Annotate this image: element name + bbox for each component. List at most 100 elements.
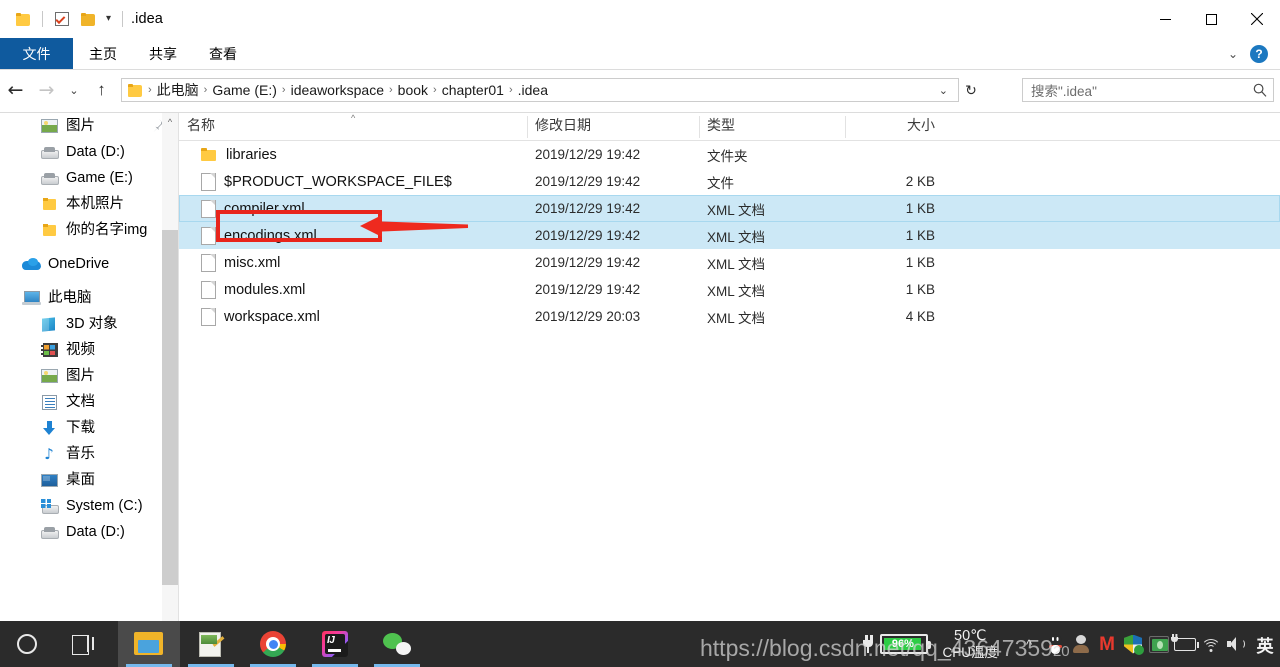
breadcrumb-item-2[interactable]: ideaworkspace: [287, 82, 388, 98]
qq-icon[interactable]: [1042, 621, 1068, 667]
properties-checkbox-icon[interactable]: [49, 6, 75, 32]
column-header-type[interactable]: 类型: [699, 112, 845, 140]
table-row[interactable]: $PRODUCT_WORKSPACE_FILE$ 2019/12/29 19:42…: [179, 168, 1280, 195]
tab-view[interactable]: 查看: [193, 38, 253, 69]
file-name-cell[interactable]: modules.xml: [179, 281, 527, 299]
address-bar[interactable]: › 此电脑 › Game (E:) › ideaworkspace › book…: [121, 78, 959, 102]
table-row[interactable]: encodings.xml 2019/12/29 19:42 XML 文档 1 KB: [179, 222, 1280, 249]
taskbar-app-file-explorer[interactable]: [118, 621, 180, 667]
table-row[interactable]: modules.xml 2019/12/29 19:42 XML 文档 1 KB: [179, 276, 1280, 303]
table-row[interactable]: misc.xml 2019/12/29 19:42 XML 文档 1 KB: [179, 249, 1280, 276]
new-folder-icon[interactable]: [75, 6, 101, 32]
sidebar-item-5[interactable]: OneDrive: [0, 251, 178, 277]
folder-icon[interactable]: [10, 6, 36, 32]
file-icon: [201, 308, 216, 326]
file-name-cell[interactable]: compiler.xml: [179, 200, 527, 218]
m-icon[interactable]: M: [1094, 621, 1120, 667]
sidebar-scrollbar[interactable]: ^: [162, 113, 178, 621]
ime-indicator[interactable]: 英: [1250, 621, 1280, 667]
tab-share[interactable]: 共享: [133, 38, 193, 69]
sidebar-item-8[interactable]: 视频: [0, 337, 178, 363]
sidebar-item-1[interactable]: Data (D:): [0, 139, 178, 165]
refresh-icon[interactable]: ↻: [959, 82, 983, 99]
money-icon[interactable]: [1146, 621, 1172, 667]
sidebar-item-14[interactable]: System (C:): [0, 493, 178, 519]
cpu-temperature-widget[interactable]: 50℃ CPU温度: [942, 627, 998, 662]
battery-icon[interactable]: [1171, 621, 1199, 667]
breadcrumb-item-1[interactable]: Game (E:): [208, 82, 281, 98]
sidebar-scroll-thumb[interactable]: [162, 230, 178, 585]
sidebar-item-label: 图片: [66, 117, 95, 134]
column-header-date[interactable]: 修改日期: [527, 112, 699, 140]
chevron-down-icon[interactable]: ⌄: [1222, 47, 1244, 61]
forward-button[interactable]: →: [31, 74, 62, 106]
file-name-cell[interactable]: $PRODUCT_WORKSPACE_FILE$: [179, 173, 527, 191]
sidebar-item-7[interactable]: 3D 对象: [0, 311, 178, 337]
search-input[interactable]: 搜索".idea": [1031, 80, 1251, 100]
battery-status[interactable]: 96%: [861, 634, 932, 654]
sidebar-item-label: Data (D:): [66, 523, 125, 540]
task-view-icon[interactable]: [54, 621, 112, 667]
show-hidden-icons-chevron-icon[interactable]: ^: [1016, 621, 1042, 667]
sidebar-item-6[interactable]: 此电脑: [0, 285, 178, 311]
file-icon: [201, 281, 216, 299]
sidebar-item-label: OneDrive: [48, 255, 110, 272]
ribbon-tab-bar: 文件 主页 共享 查看 ⌄ ?: [0, 38, 1280, 69]
breadcrumb-item-5[interactable]: .idea: [514, 82, 552, 98]
file-name-cell[interactable]: workspace.xml: [179, 308, 527, 326]
search-icon[interactable]: [1251, 83, 1269, 97]
file-size-cell: 1 KB: [905, 282, 935, 297]
volume-icon[interactable]: [1224, 621, 1250, 667]
drive-icon: [40, 144, 59, 160]
table-row[interactable]: compiler.xml 2019/12/29 19:42 XML 文档 1 KB: [179, 195, 1280, 222]
sidebar-item-13[interactable]: 桌面: [0, 467, 178, 493]
sidebar-item-4[interactable]: 你的名字img: [0, 217, 178, 243]
recent-locations-icon[interactable]: ⌄: [62, 74, 86, 106]
maximize-button[interactable]: [1188, 0, 1234, 38]
head-icon[interactable]: [1068, 621, 1094, 667]
window-controls: [1142, 0, 1280, 38]
scroll-up-icon[interactable]: ^: [162, 113, 178, 130]
file-name-cell[interactable]: misc.xml: [179, 254, 527, 272]
sidebar-item-9[interactable]: 图片: [0, 363, 178, 389]
file-type-cell: 文件: [707, 175, 734, 191]
sidebar-item-12[interactable]: ♪ 音乐: [0, 441, 178, 467]
customize-caret-icon[interactable]: ▾: [101, 14, 116, 24]
file-name-cell[interactable]: encodings.xml: [179, 227, 527, 245]
table-row[interactable]: workspace.xml 2019/12/29 20:03 XML 文档 4 KB: [179, 303, 1280, 330]
cortana-circle-icon[interactable]: [17, 634, 37, 654]
sidebar-item-10[interactable]: 文档: [0, 389, 178, 415]
sidebar-item-0[interactable]: 图片: [0, 113, 178, 139]
file-name-cell[interactable]: libraries: [179, 147, 527, 163]
breadcrumb-folder-icon[interactable]: [128, 83, 143, 97]
tab-file[interactable]: 文件: [0, 38, 73, 69]
security-shield-icon[interactable]: [1120, 621, 1146, 667]
taskbar-app-wechat[interactable]: [366, 621, 428, 667]
back-button[interactable]: ←: [0, 74, 31, 106]
videos-icon: [40, 342, 58, 358]
breadcrumb-item-0[interactable]: 此电脑: [153, 80, 203, 100]
taskbar-app-intellij-idea[interactable]: IJ: [304, 621, 366, 667]
wifi-icon[interactable]: [1198, 621, 1224, 667]
search-box[interactable]: 搜索".idea": [1022, 78, 1274, 102]
3d-objects-icon: [40, 316, 58, 332]
sidebar-item-3[interactable]: 本机照片: [0, 191, 178, 217]
sidebar-item-15[interactable]: Data (D:): [0, 519, 178, 545]
sidebar-item-2[interactable]: Game (E:): [0, 165, 178, 191]
breadcrumb-item-3[interactable]: book: [394, 82, 432, 98]
quick-access-toolbar: ▾ .idea: [0, 6, 163, 32]
minimize-button[interactable]: [1142, 0, 1188, 38]
close-button[interactable]: [1234, 0, 1280, 38]
taskbar-app-google-chrome[interactable]: [242, 621, 304, 667]
sidebar-item-11[interactable]: 下载: [0, 415, 178, 441]
column-header-size[interactable]: 大小: [845, 112, 945, 140]
address-dropdown-icon[interactable]: ⌄: [935, 84, 956, 97]
tab-home[interactable]: 主页: [73, 38, 133, 69]
taskbar-app-notepad-plus[interactable]: [180, 621, 242, 667]
table-row[interactable]: libraries 2019/12/29 19:42 文件夹: [179, 141, 1280, 168]
help-icon[interactable]: ?: [1250, 44, 1268, 63]
breadcrumb-item-4[interactable]: chapter01: [438, 82, 508, 98]
start-orb-icon[interactable]: [0, 621, 54, 667]
up-button[interactable]: ↑: [86, 74, 117, 106]
file-type-cell: 文件夹: [707, 148, 748, 164]
